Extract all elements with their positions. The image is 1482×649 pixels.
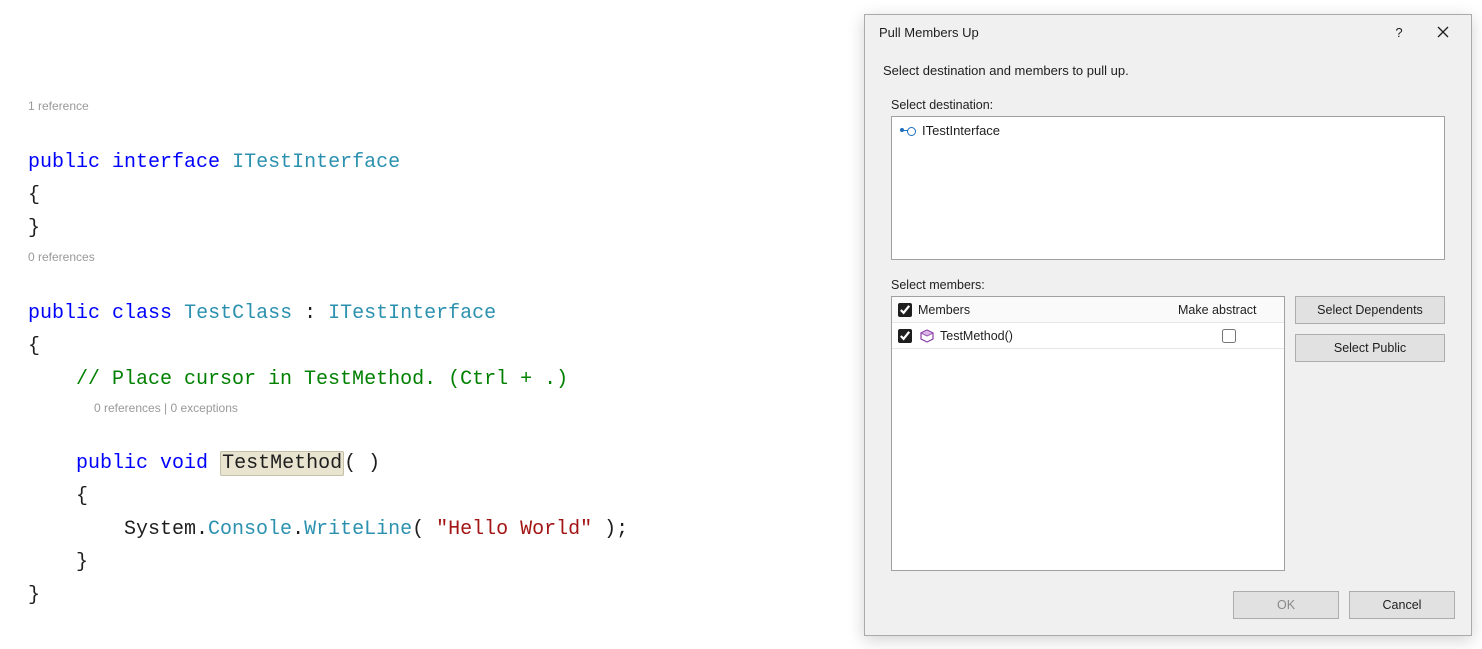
interface-icon xyxy=(902,126,916,136)
column-header-abstract[interactable]: Make abstract xyxy=(1174,303,1284,317)
close-icon xyxy=(1437,26,1449,38)
column-header-members[interactable]: Members xyxy=(918,303,1174,317)
brace: { xyxy=(28,335,40,358)
dialog-footer: OK Cancel xyxy=(865,577,1471,635)
member-checkbox[interactable] xyxy=(898,329,912,343)
brace: } xyxy=(28,217,40,240)
code-editor[interactable]: 1 reference public interface ITestInterf… xyxy=(0,0,860,649)
codelens[interactable]: 0 references xyxy=(28,249,860,266)
type-name: ITestInterface xyxy=(232,151,400,174)
comment: // Place cursor in TestMethod. (Ctrl + .… xyxy=(76,368,568,391)
keyword: public xyxy=(28,151,100,174)
keyword: public xyxy=(28,302,100,325)
colon: : xyxy=(292,302,328,325)
identifier: System xyxy=(124,518,196,541)
help-button[interactable]: ? xyxy=(1377,17,1421,47)
ok-button[interactable]: OK xyxy=(1233,591,1339,619)
paren-semi: ); xyxy=(592,518,628,541)
brace: { xyxy=(28,184,40,207)
type-name: ITestInterface xyxy=(328,302,496,325)
destination-name: ITestInterface xyxy=(922,123,1000,138)
dot: . xyxy=(196,518,208,541)
parens: ( ) xyxy=(344,452,380,475)
close-button[interactable] xyxy=(1421,17,1465,47)
make-abstract-checkbox[interactable] xyxy=(1222,329,1236,343)
grid-row[interactable]: TestMethod() xyxy=(892,323,1284,349)
method-icon xyxy=(920,329,934,343)
side-buttons: Select Dependents Select Public xyxy=(1295,296,1445,571)
brace: { xyxy=(76,485,88,508)
keyword: public xyxy=(76,452,148,475)
cancel-button[interactable]: Cancel xyxy=(1349,591,1455,619)
method-name: WriteLine xyxy=(304,518,412,541)
select-all-checkbox[interactable] xyxy=(898,303,912,317)
grid-header: Members Make abstract xyxy=(892,297,1284,323)
type-name: TestClass xyxy=(184,302,292,325)
dialog-body: Select destination and members to pull u… xyxy=(865,49,1471,577)
dialog-titlebar[interactable]: Pull Members Up ? xyxy=(865,15,1471,49)
keyword: class xyxy=(112,302,172,325)
pull-members-up-dialog: Pull Members Up ? Select destination and… xyxy=(864,14,1472,636)
paren: ( xyxy=(412,518,436,541)
destination-list[interactable]: ITestInterface xyxy=(891,116,1445,260)
select-dependents-button[interactable]: Select Dependents xyxy=(1295,296,1445,324)
keyword: interface xyxy=(112,151,220,174)
brace: } xyxy=(28,584,40,607)
select-public-button[interactable]: Select Public xyxy=(1295,334,1445,362)
help-icon: ? xyxy=(1395,25,1402,40)
string-literal: "Hello World" xyxy=(436,518,592,541)
codelens[interactable]: 0 references | 0 exceptions xyxy=(94,400,860,417)
destination-label: Select destination: xyxy=(891,98,1453,112)
dot: . xyxy=(292,518,304,541)
dialog-title: Pull Members Up xyxy=(879,25,1377,40)
type-name: Console xyxy=(208,518,292,541)
member-name: TestMethod() xyxy=(940,329,1013,343)
keyword: void xyxy=(160,452,208,475)
destination-item[interactable]: ITestInterface xyxy=(898,121,1438,140)
dialog-instruction: Select destination and members to pull u… xyxy=(883,63,1453,78)
brace: } xyxy=(76,551,88,574)
highlighted-method-name: TestMethod xyxy=(220,451,344,476)
members-label: Select members: xyxy=(891,278,1453,292)
members-grid[interactable]: Members Make abstract TestMethod() xyxy=(891,296,1285,571)
codelens[interactable]: 1 reference xyxy=(28,98,860,115)
